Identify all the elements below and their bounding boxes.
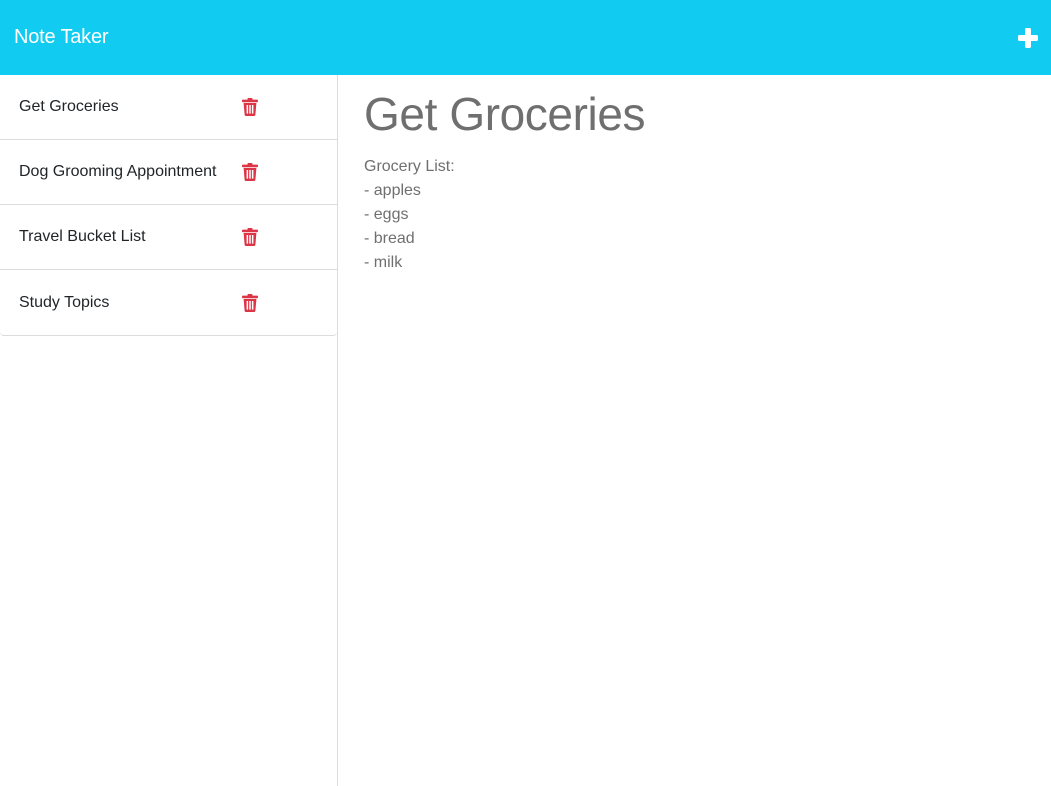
note-list-item-title[interactable]: Travel Bucket List: [19, 228, 146, 246]
note-list-item[interactable]: Get Groceries: [0, 75, 337, 140]
note-list-item[interactable]: Study Topics: [0, 270, 337, 335]
navbar: Note Taker: [0, 0, 1051, 75]
note-list-item-title[interactable]: Study Topics: [19, 294, 109, 312]
trash-icon: [242, 293, 258, 312]
note-text-line: Grocery List:: [364, 158, 455, 175]
new-note-button[interactable]: [1015, 25, 1041, 51]
note-title-input[interactable]: Get Groceries: [364, 89, 1025, 141]
delete-note-button[interactable]: [242, 228, 258, 246]
note-text-line: - milk: [364, 254, 403, 271]
trash-icon: [242, 228, 258, 246]
note-list-item-title[interactable]: Dog Grooming Appointment: [19, 163, 216, 181]
delete-note-button[interactable]: [242, 163, 258, 181]
note-editor: Get Groceries Grocery List: - apples - e…: [338, 75, 1051, 786]
app-title[interactable]: Note Taker: [14, 26, 109, 49]
note-text-area[interactable]: Grocery List: - apples - eggs - bread - …: [364, 155, 1025, 275]
note-sidebar: Get Groceries Dog Grooming Appointment T…: [0, 75, 338, 786]
note-text-line: - bread: [364, 230, 415, 247]
note-list-item-title[interactable]: Get Groceries: [19, 98, 119, 116]
note-text-line: - eggs: [364, 206, 409, 223]
trash-icon: [242, 98, 258, 116]
note-list-item[interactable]: Dog Grooming Appointment: [0, 140, 337, 205]
plus-icon: [1018, 27, 1038, 48]
note-text-line: - apples: [364, 182, 421, 199]
note-list: Get Groceries Dog Grooming Appointment T…: [0, 75, 337, 336]
note-list-item[interactable]: Travel Bucket List: [0, 205, 337, 270]
delete-note-button[interactable]: [242, 293, 258, 312]
delete-note-button[interactable]: [242, 98, 258, 116]
trash-icon: [242, 163, 258, 181]
